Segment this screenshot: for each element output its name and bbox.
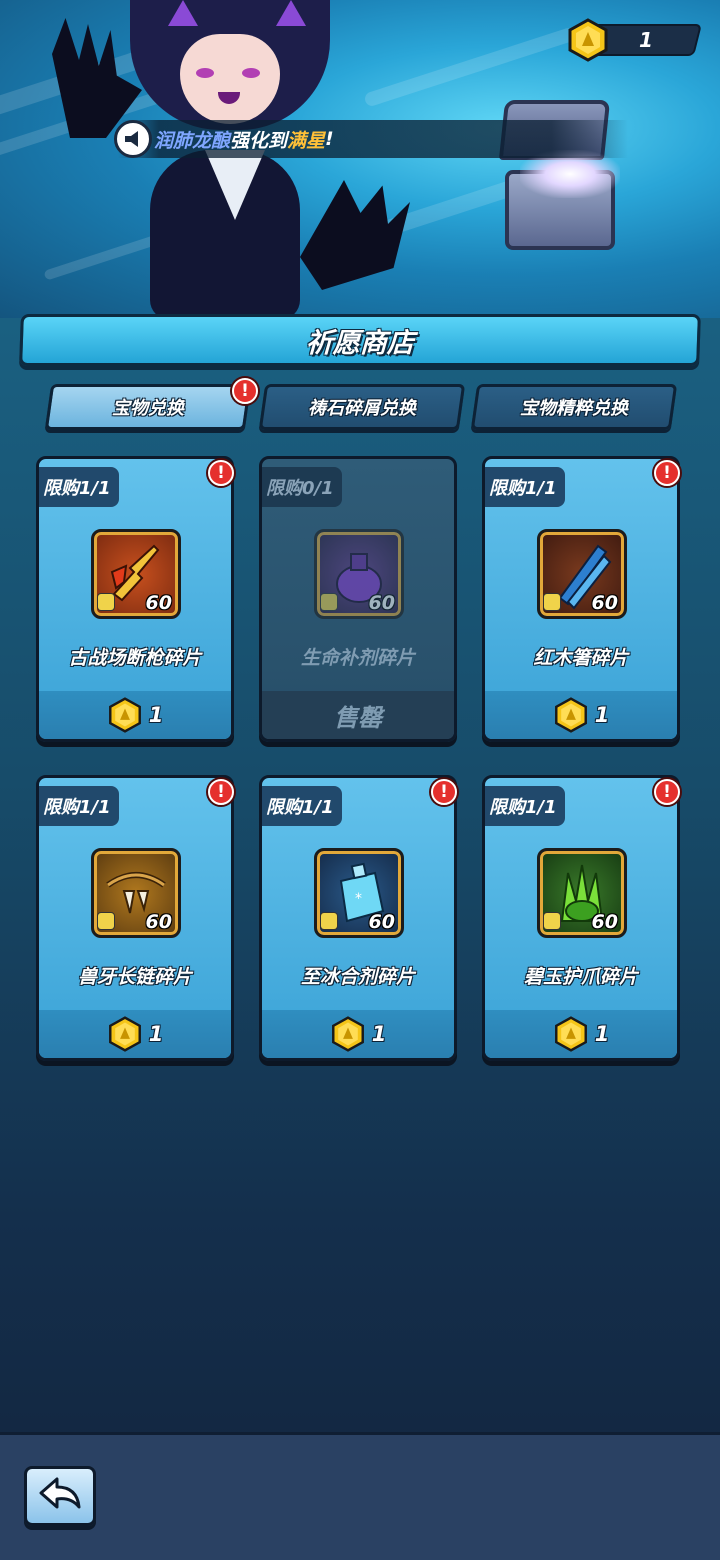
item-alert-badge: ! xyxy=(208,460,234,486)
broken-spear-icon: 60 xyxy=(91,529,181,619)
item-name: 红木箸碎片 xyxy=(533,647,629,669)
item-price: 1 xyxy=(148,1022,164,1046)
claw-glove-icon xyxy=(300,180,410,290)
dice-coin-icon xyxy=(331,1016,364,1052)
item-quantity: 60 xyxy=(368,911,395,933)
svg-text:*: * xyxy=(355,891,362,907)
sold-out-bar: 售罄 xyxy=(262,691,454,739)
item-price: 1 xyxy=(594,1022,610,1046)
item-name: 碧玉护爪碎片 xyxy=(523,966,638,988)
bottom-bar xyxy=(0,1432,720,1560)
tab-label: 祷石碎屑兑换 xyxy=(308,398,416,419)
announcement-mark: ! xyxy=(325,128,334,150)
item-quantity: 60 xyxy=(145,592,172,614)
back-button[interactable] xyxy=(24,1466,96,1526)
chopsticks-icon: 60 xyxy=(537,529,627,619)
ice-flask-icon: * 60 xyxy=(314,848,404,938)
purchase-limit: 限购1/1 xyxy=(262,786,342,826)
buy-button[interactable]: 1 xyxy=(262,1010,454,1058)
tab-stone-shard-exchange[interactable]: 祷石碎屑兑换 xyxy=(258,384,466,430)
item-quantity: 60 xyxy=(145,911,172,933)
announcement-item: 润肺龙酿 xyxy=(154,129,231,152)
item-name: 古战场断枪碎片 xyxy=(68,647,202,669)
shop-item-card[interactable]: 限购1/1 60 碧玉护爪碎片 1 xyxy=(482,775,680,1061)
item-name: 至冰合剂碎片 xyxy=(300,966,415,988)
item-alert-badge: ! xyxy=(654,460,680,486)
shop-item-card[interactable]: 限购1/1 60 古战场断枪碎片 1 xyxy=(36,456,234,742)
back-arrow-icon xyxy=(39,1477,81,1509)
currency-display[interactable]: 1 xyxy=(566,18,702,62)
purchase-limit: 限购1/1 xyxy=(39,786,119,826)
purchase-limit: 限购0/1 xyxy=(262,467,342,507)
announcement-banner: 润肺龙酿 强化到 满星! xyxy=(118,120,628,158)
dice-coin-icon xyxy=(566,18,610,66)
potion-icon: 60 xyxy=(314,529,404,619)
purchase-limit: 限购1/1 xyxy=(485,467,565,507)
purchase-limit: 限购1/1 xyxy=(39,467,119,507)
item-quantity: 60 xyxy=(591,911,618,933)
tab-treasure-exchange[interactable]: 宝物兑换 xyxy=(44,384,252,430)
page-title: 祈愿商店 xyxy=(305,327,415,359)
buy-button[interactable]: 1 xyxy=(39,1010,231,1058)
tab-label: 宝物精粹兑换 xyxy=(520,398,628,419)
item-alert-badge: ! xyxy=(208,779,234,805)
item-price: 1 xyxy=(371,1022,387,1046)
item-alert-badge: ! xyxy=(654,779,680,805)
item-quantity: 60 xyxy=(368,592,395,614)
shop-item-card: 限购0/1 60 生命补剂碎片 售罄 xyxy=(259,456,457,742)
item-name: 生命补剂碎片 xyxy=(300,647,415,669)
dice-coin-icon xyxy=(554,697,587,733)
shop-item-card[interactable]: 限购1/1 60 兽牙长链碎片 1 xyxy=(36,775,234,1061)
item-name: 兽牙长链碎片 xyxy=(77,966,192,988)
currency-amount: 1 xyxy=(639,28,653,52)
shop-item-card[interactable]: 限购1/1 60 红木箸碎片 1 xyxy=(482,456,680,742)
item-price: 1 xyxy=(594,703,610,727)
dice-coin-icon xyxy=(108,1016,141,1052)
tab-label: 宝物兑换 xyxy=(112,398,184,419)
megaphone-icon xyxy=(114,120,152,158)
dice-coin-icon xyxy=(554,1016,587,1052)
fang-chain-icon: 60 xyxy=(91,848,181,938)
sold-out-label: 售罄 xyxy=(334,703,382,732)
item-alert-badge: ! xyxy=(431,779,457,805)
purchase-limit: 限购1/1 xyxy=(485,786,565,826)
jade-claw-icon: 60 xyxy=(537,848,627,938)
tab-treasure-essence-exchange[interactable]: 宝物精粹兑换 xyxy=(470,384,678,430)
announcement-level: 满星 xyxy=(287,129,326,152)
buy-button[interactable]: 1 xyxy=(39,691,231,739)
dice-coin-icon xyxy=(108,697,141,733)
item-quantity: 60 xyxy=(591,592,618,614)
item-price: 1 xyxy=(148,703,164,727)
tab-alert-badge: ! xyxy=(232,378,258,404)
announcement-verb: 强化到 xyxy=(230,129,288,152)
shop-title-ribbon: 祈愿商店 xyxy=(19,314,701,366)
shop-item-card[interactable]: 限购1/1 * 60 至冰合剂碎片 1 xyxy=(259,775,457,1061)
buy-button[interactable]: 1 xyxy=(485,691,677,739)
buy-button[interactable]: 1 xyxy=(485,1010,677,1058)
